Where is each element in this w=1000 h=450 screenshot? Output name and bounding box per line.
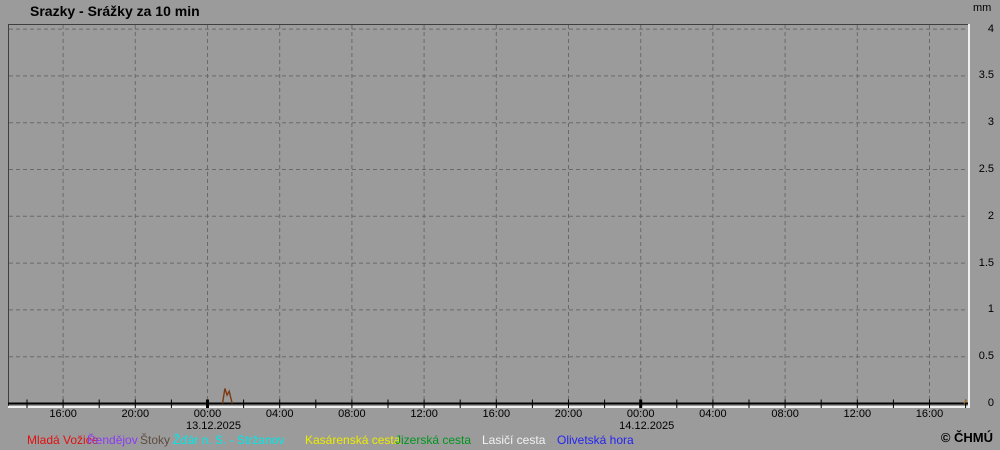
x-tick-label: 16:00	[482, 408, 511, 420]
x-tick-label: 00:00	[193, 408, 222, 420]
legend-item-lasici-cesta: Lasičí cesta	[482, 433, 546, 447]
precip-spike-line	[221, 388, 233, 404]
y-tick-label: 3	[987, 116, 994, 129]
x-tick-label: 04:00	[699, 408, 727, 420]
x-tick-label: 08:00	[771, 408, 799, 420]
y-tick-label: 1.5	[978, 256, 994, 269]
x-tick-label: 20:00	[554, 408, 583, 420]
y-tick-label: 1	[987, 303, 994, 316]
y-tick-label: 2.5	[978, 163, 994, 175]
copyright-label: © ČHMÚ	[940, 430, 993, 445]
legend-item-olivetska-hora: Olivetská hora	[557, 433, 634, 447]
legend-item-stoky: Štoky	[140, 433, 171, 447]
date-label: 14.12.2025	[619, 420, 675, 432]
x-tick-label: 12:00	[410, 408, 438, 420]
legend-item-rendejov: Řendějov	[87, 433, 138, 447]
x-tick-label: 00:00	[626, 408, 655, 420]
y-tick-label: 3.5	[978, 69, 994, 82]
y-tick-label: 0.5	[978, 350, 994, 363]
legend-item-jizerska-cesta: Jizerská cesta	[395, 433, 472, 447]
y-tick-label: 4	[987, 22, 994, 35]
x-tick-label: 12:00	[843, 408, 872, 420]
legend-item-kasarenska-cesta: Kasárenská cesta	[305, 433, 401, 447]
legend-item-zdar-n-s-strzanov: Žďár n. S. - Stržanov	[173, 433, 285, 447]
x-tick-label: 04:00	[265, 408, 294, 420]
x-tick-label: 16:00	[49, 408, 77, 420]
y-tick-label: 2	[987, 209, 994, 222]
plot-area	[8, 24, 970, 408]
x-tick-label: 20:00	[121, 408, 150, 420]
date-label: 13.12.2025	[185, 420, 242, 432]
x-tick-label: 16:00	[915, 408, 944, 420]
x-tick-label: 08:00	[338, 408, 366, 420]
y-tick-label: 0	[987, 397, 994, 409]
